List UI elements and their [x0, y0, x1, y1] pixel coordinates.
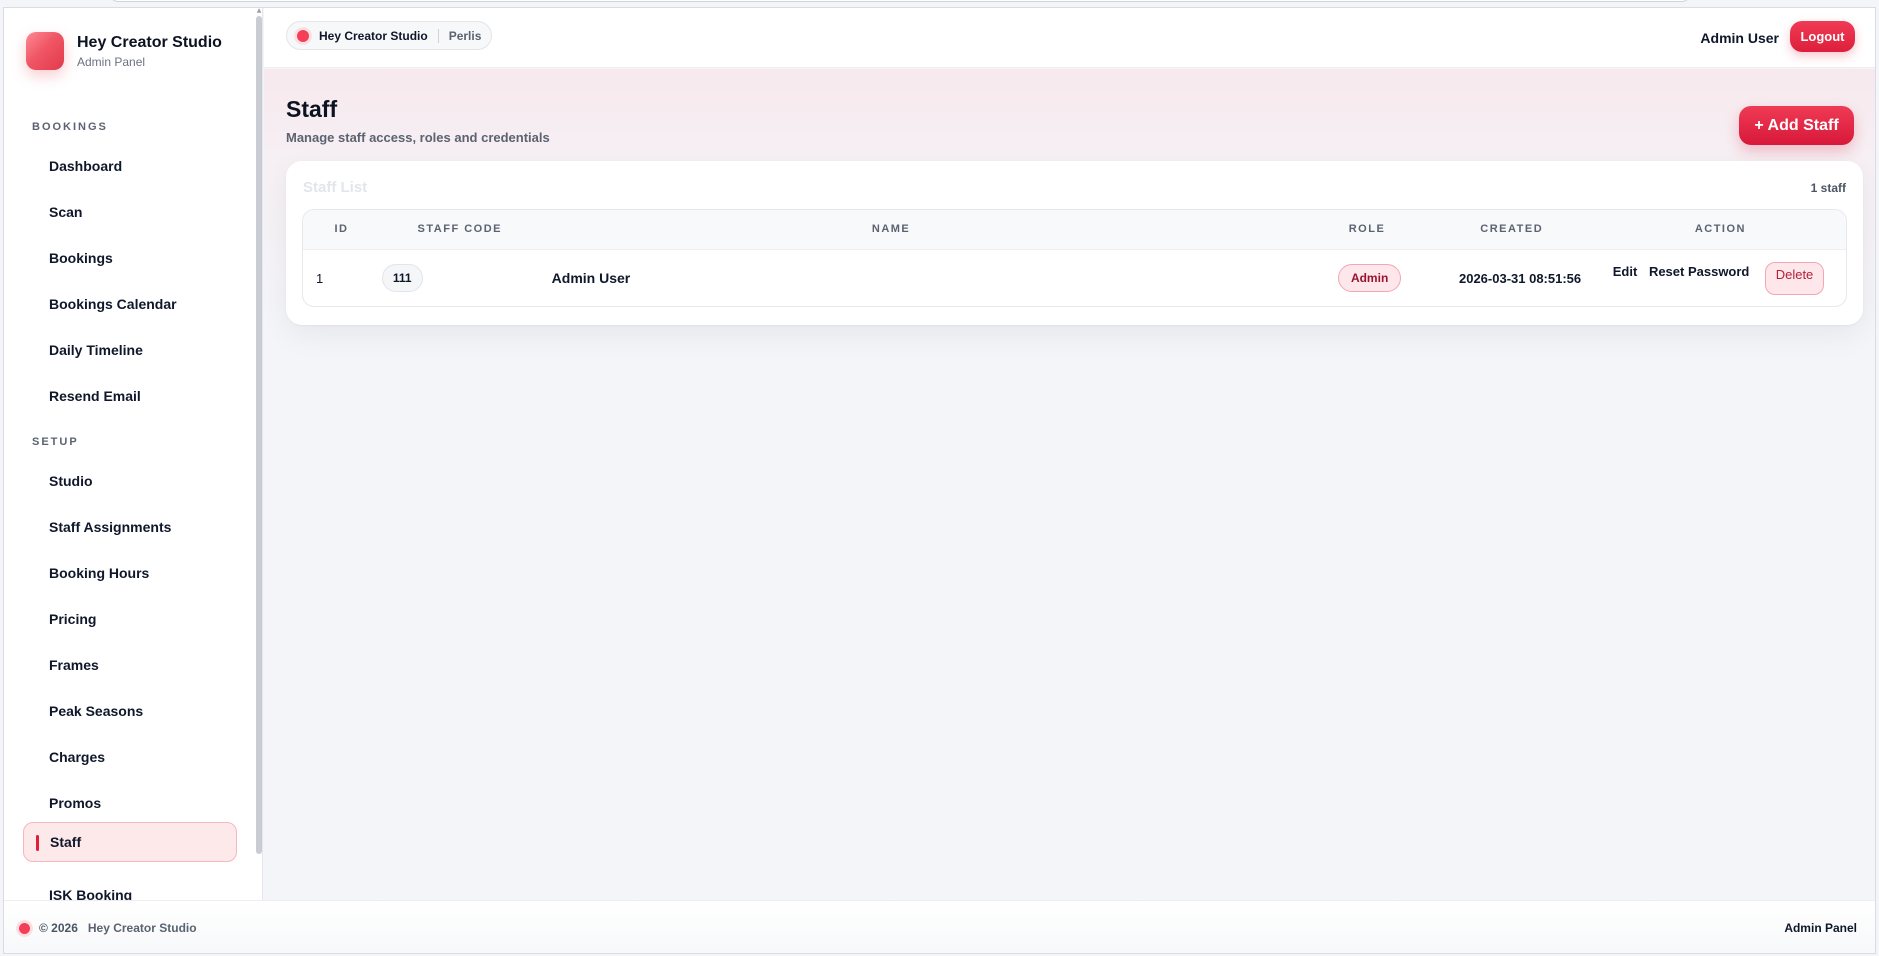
column-header-role[interactable]: ROLE	[1242, 210, 1409, 249]
current-user-name: Admin User	[1700, 30, 1779, 46]
footer: © 2026 Hey Creator Studio Admin Panel	[4, 900, 1875, 953]
sidebar-item-dashboard[interactable]: Dashboard	[23, 146, 237, 186]
sidebar-item-frames[interactable]: Frames	[23, 645, 237, 685]
column-header-id[interactable]: ID	[303, 210, 380, 249]
staff-code-chip: 111	[381, 264, 423, 293]
table-header-row: ID STAFF CODE NAME ROLE CREATED ACTION	[303, 210, 1846, 249]
studio-selector[interactable]: Hey Creator Studio Perlis	[286, 21, 493, 50]
staff-table: ID STAFF CODE NAME ROLE CREATED ACTION 1	[302, 209, 1847, 307]
sidebar-scrollbar[interactable]	[256, 16, 262, 854]
column-header-created[interactable]: CREATED	[1409, 210, 1597, 249]
studio-name: Hey Creator Studio	[319, 28, 428, 43]
sidebar-item-peak-seasons[interactable]: Peak Seasons	[23, 691, 237, 731]
sidebar-item-staff[interactable]: Staff	[23, 822, 237, 862]
sidebar-item-label: ISK Booking	[49, 887, 133, 900]
sidebar: Hey Creator Studio Admin Panel BOOKINGS …	[4, 8, 263, 900]
column-header-action: ACTION	[1694, 223, 1746, 236]
sidebar-item-scan[interactable]: Scan	[23, 192, 237, 232]
sidebar-item-label: Staff Assignments	[49, 519, 172, 535]
sidebar-item-label: Dashboard	[49, 158, 123, 174]
sidebar-item-label: Scan	[49, 204, 83, 220]
staff-list-card: Staff List 1 staff ID STAFF CODE NAME RO…	[286, 161, 1863, 325]
brand-logo-icon	[26, 32, 64, 70]
sidebar-item-label: Booking Hours	[49, 565, 150, 581]
edit-button[interactable]: Edit	[1613, 264, 1638, 279]
footer-right-label: Admin Panel	[1784, 921, 1857, 935]
sidebar-item-label: Resend Email	[49, 388, 141, 404]
studio-location: Perlis	[448, 28, 482, 43]
sidebar-item-label: Daily Timeline	[49, 342, 143, 358]
sidebar-item-charges[interactable]: Charges	[23, 737, 237, 777]
footer-dot-icon	[19, 922, 30, 934]
footer-left: © 2026 Hey Creator Studio	[19, 921, 197, 935]
cell-role: Admin	[1242, 249, 1409, 306]
browser-chrome-edge	[110, 0, 1690, 2]
section-label-setup: SETUP	[32, 436, 79, 448]
sidebar-item-label: Charges	[49, 749, 106, 765]
pill-divider	[437, 28, 439, 43]
brand-subtitle: Admin Panel	[77, 54, 146, 69]
sidebar-item-bookings[interactable]: Bookings	[23, 238, 237, 278]
sidebar-item-booking-hours[interactable]: Booking Hours	[23, 553, 237, 593]
sidebar-item-label: Pricing	[49, 611, 97, 627]
add-staff-button[interactable]: + Add Staff	[1739, 106, 1854, 145]
cell-created: 2026-03-31 08:51:56	[1458, 270, 1582, 286]
reset-password-button[interactable]: Reset Password	[1649, 264, 1749, 279]
status-dot-icon	[297, 29, 309, 42]
sidebar-item-promos[interactable]: Promos	[23, 783, 237, 823]
logout-button[interactable]: Logout	[1790, 21, 1855, 52]
sidebar-item-label: Staff	[50, 834, 82, 850]
sidebar-item-label: Peak Seasons	[49, 703, 144, 719]
column-header-name[interactable]: NAME	[540, 210, 1243, 249]
app-window: Hey Creator Studio Admin Panel BOOKINGS …	[3, 7, 1876, 954]
page-title: Staff	[286, 96, 338, 122]
section-label-bookings: BOOKINGS	[32, 121, 108, 133]
sidebar-item-label: Bookings	[49, 250, 113, 266]
sidebar-item-label: Frames	[49, 657, 99, 673]
sidebar-item-label: Studio	[49, 473, 93, 489]
sidebar-item-pricing[interactable]: Pricing	[23, 599, 237, 639]
cell-staff-code: 111	[380, 249, 540, 306]
scroll-up-icon[interactable]: ▲	[256, 8, 262, 14]
main-content: Staff Manage staff access, roles and cre…	[264, 69, 1875, 900]
brand-name: Hey Creator Studio	[77, 33, 222, 51]
brand-text: Hey Creator Studio Admin Panel	[77, 34, 222, 69]
footer-copyright: © 2026	[39, 921, 78, 935]
sidebar-item-resend-email[interactable]: Resend Email	[23, 376, 237, 416]
sidebar-item-bookings-calendar[interactable]: Bookings Calendar	[23, 284, 237, 324]
sidebar-item-studio[interactable]: Studio	[23, 461, 237, 501]
sidebar-item-label: Bookings Calendar	[49, 296, 177, 312]
topbar: Hey Creator Studio Perlis Admin User Log…	[264, 8, 1875, 68]
footer-studio-name: Hey Creator Studio	[87, 921, 197, 935]
card-title: Staff List	[303, 179, 368, 196]
role-badge: Admin	[1337, 264, 1402, 293]
delete-button[interactable]: Delete	[1765, 261, 1824, 295]
table-row: 1 111 Admin User Admin 2026-03-31 08:51:…	[303, 249, 1846, 306]
cell-name: Admin User	[551, 270, 631, 287]
sidebar-item-isk-booking[interactable]: ISK Booking	[23, 875, 237, 900]
cell-action: Edit Reset Password Delete	[1597, 249, 1846, 306]
staff-count: 1 staff	[1810, 181, 1846, 195]
column-header-staff-code[interactable]: STAFF CODE	[380, 210, 540, 249]
sidebar-item-label: Promos	[49, 795, 102, 811]
page-subtitle: Manage staff access, roles and credentia…	[286, 130, 550, 145]
cell-id: 1	[316, 270, 324, 286]
sidebar-item-staff-assignments[interactable]: Staff Assignments	[23, 507, 237, 547]
brand[interactable]: Hey Creator Studio Admin Panel	[26, 32, 222, 70]
sidebar-item-daily-timeline[interactable]: Daily Timeline	[23, 330, 237, 370]
